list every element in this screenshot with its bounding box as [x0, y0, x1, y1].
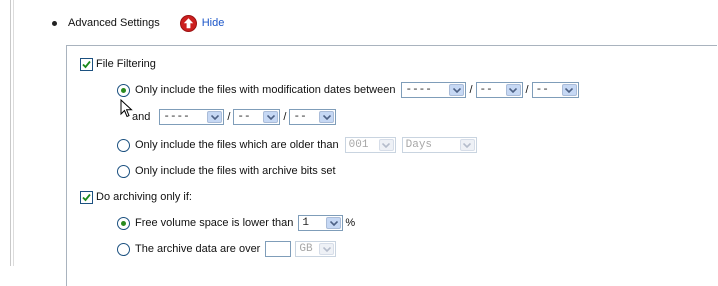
opt-free-space-label: Free volume space is lower than [135, 217, 294, 229]
date1-day-value: -- [535, 84, 549, 96]
dropdown-arrow-icon [319, 111, 335, 123]
dropdown-arrow-icon [319, 243, 335, 255]
file-filtering-label: File Filtering [96, 58, 156, 70]
archiving-checkbox[interactable] [80, 190, 93, 204]
dropdown-arrow-icon [459, 139, 475, 151]
mouse-pointer-icon [120, 99, 133, 118]
dropdown-arrow-icon [378, 139, 394, 151]
date1-year-value: ---- [405, 84, 432, 96]
free-space-select[interactable]: 1 [298, 215, 344, 231]
free-space-unit: % [345, 217, 356, 229]
date-separator: / [525, 84, 529, 96]
date2-day-value: -- [293, 111, 307, 123]
older-unit-value: Days [405, 139, 433, 151]
free-space-value: 1 [302, 217, 309, 229]
archiving-row: Do archiving only if: [80, 188, 192, 206]
opt-archive-bits-label: Only include the files with archive bits… [135, 165, 336, 177]
opt-data-over-label: The archive data are over [135, 243, 261, 255]
opt-between-and-row: and ---- / -- / -- [132, 108, 337, 126]
data-over-unit-value: GB [299, 243, 313, 255]
opt-free-space-row: Free volume space is lower than 1 % [117, 214, 355, 232]
checkmark-icon [82, 60, 91, 68]
older-amount-select[interactable]: 001 [344, 137, 396, 153]
opt-between-label: Only include the files with modification… [135, 84, 396, 96]
opt-older-label: Only include the files which are older t… [135, 139, 339, 151]
older-unit-select[interactable]: Days [401, 137, 477, 153]
dropdown-arrow-icon [505, 84, 521, 96]
opt-archive-bits-radio[interactable] [117, 164, 130, 178]
data-over-unit-select[interactable]: GB [295, 241, 337, 257]
left-border-line [10, 0, 11, 266]
date-separator: / [227, 111, 231, 123]
date-separator: / [469, 84, 473, 96]
advanced-settings-label: Advanced Settings [68, 17, 160, 29]
opt-archive-bits-row: Only include the files with archive bits… [117, 162, 336, 180]
advanced-settings-header: Advanced Settings Hide [52, 14, 224, 32]
dropdown-arrow-icon [263, 111, 279, 123]
older-amount-value: 001 [348, 139, 369, 151]
bullet-icon [52, 20, 57, 26]
date2-year-value: ---- [163, 111, 190, 123]
checkmark-icon [82, 193, 91, 201]
dropdown-arrow-icon [449, 84, 465, 96]
opt-older-row: Only include the files which are older t… [117, 136, 477, 154]
opt-older-radio[interactable] [117, 138, 130, 152]
and-label: and [132, 111, 151, 123]
date1-month-select[interactable]: -- [475, 82, 523, 98]
opt-free-space-radio[interactable] [117, 216, 130, 230]
date1-year-select[interactable]: ---- [401, 82, 467, 98]
hide-link[interactable]: Hide [179, 14, 225, 32]
dropdown-arrow-icon [207, 111, 223, 123]
dropdown-arrow-icon [326, 217, 342, 229]
hide-up-arrow-icon [179, 14, 197, 32]
archiving-label: Do archiving only if: [96, 191, 192, 203]
dropdown-arrow-icon [561, 84, 577, 96]
data-over-input[interactable] [265, 241, 292, 257]
file-filtering-checkbox[interactable] [80, 57, 93, 71]
date2-year-select[interactable]: ---- [159, 109, 225, 125]
date2-month-select[interactable]: -- [233, 109, 281, 125]
date2-month-value: -- [237, 111, 251, 123]
opt-data-over-row: The archive data are over GB [117, 240, 337, 258]
date1-month-value: -- [479, 84, 493, 96]
opt-between-row: Only include the files with modification… [117, 81, 579, 99]
opt-between-radio[interactable] [117, 83, 130, 97]
hide-label: Hide [201, 17, 225, 29]
date1-day-select[interactable]: -- [531, 82, 579, 98]
date2-day-select[interactable]: -- [289, 109, 337, 125]
date-separator: / [283, 111, 287, 123]
left-border-line-inner [13, 0, 14, 266]
opt-data-over-radio[interactable] [117, 242, 130, 256]
file-filtering-row: File Filtering [80, 55, 156, 73]
